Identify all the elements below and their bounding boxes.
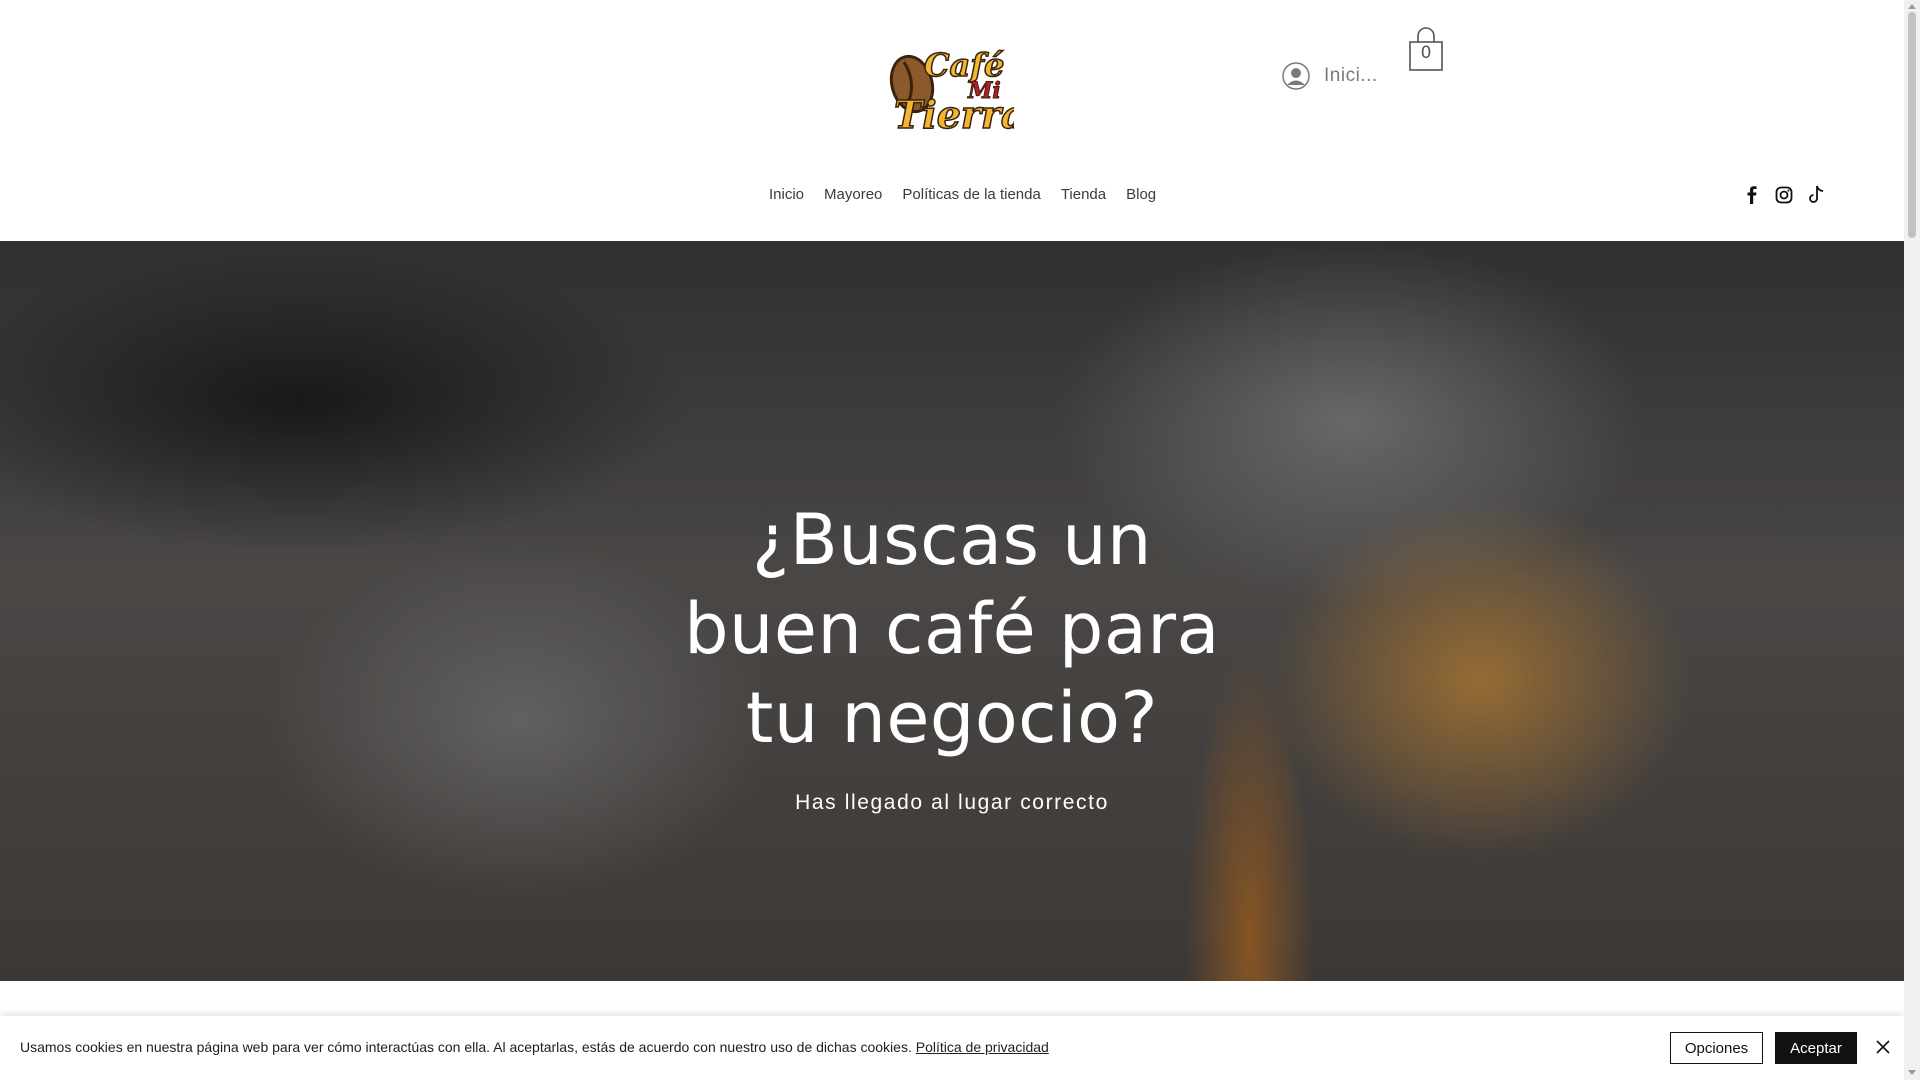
hero-banner: ¿Buscas un buen café para tu negocio? Ha… — [0, 241, 1904, 981]
user-avatar-icon — [1282, 62, 1310, 90]
facebook-icon[interactable] — [1743, 186, 1761, 204]
hero-text-block: ¿Buscas un buen café para tu negocio? Ha… — [652, 496, 1252, 815]
cart-count: 0 — [1420, 43, 1432, 63]
site-logo[interactable]: Café Mi Tierra — [884, 36, 1026, 142]
nav-item-inicio[interactable]: Inicio — [759, 186, 814, 203]
cookie-message: Usamos cookies en nuestra página web par… — [20, 1039, 1049, 1055]
scroll-thumb[interactable] — [1908, 12, 1916, 238]
tiktok-icon[interactable] — [1807, 185, 1825, 204]
scroll-up-arrow-icon[interactable] — [1908, 4, 1916, 9]
page-scrollbar[interactable] — [1904, 0, 1920, 1080]
cookie-banner: Usamos cookies en nuestra página web par… — [0, 1016, 1904, 1080]
nav-item-blog[interactable]: Blog — [1116, 186, 1166, 203]
nav-item-tienda[interactable]: Tienda — [1051, 186, 1116, 203]
cookie-text: Usamos cookies en nuestra página web par… — [20, 1039, 912, 1055]
nav-item-politicas[interactable]: Políticas de la tienda — [892, 186, 1050, 203]
cart-button[interactable]: 0 — [1406, 26, 1446, 74]
login-label: Inici... — [1324, 65, 1378, 86]
site-header: Café Mi Tierra Inici... 0 Inicio Mayoreo… — [0, 0, 1904, 241]
login-button[interactable]: Inici... — [1282, 58, 1378, 94]
coffee-bean-logo-icon: Café Mi Tierra — [889, 45, 1026, 138]
close-icon[interactable] — [1874, 1038, 1892, 1056]
scroll-down-arrow-icon[interactable] — [1908, 1070, 1916, 1075]
nav-item-mayoreo[interactable]: Mayoreo — [814, 186, 892, 203]
main-nav: Inicio Mayoreo Políticas de la tienda Ti… — [759, 186, 1166, 203]
svg-text:Tierra: Tierra — [894, 92, 1014, 137]
social-bar — [1743, 185, 1825, 204]
instagram-icon[interactable] — [1775, 186, 1793, 204]
accept-button[interactable]: Aceptar — [1775, 1032, 1857, 1064]
options-button[interactable]: Opciones — [1670, 1032, 1763, 1064]
hero-title: ¿Buscas un buen café para tu negocio? — [684, 499, 1220, 759]
hero-subtitle: Has llegado al lugar correcto — [795, 791, 1109, 814]
privacy-policy-link[interactable]: Política de privacidad — [916, 1039, 1049, 1055]
